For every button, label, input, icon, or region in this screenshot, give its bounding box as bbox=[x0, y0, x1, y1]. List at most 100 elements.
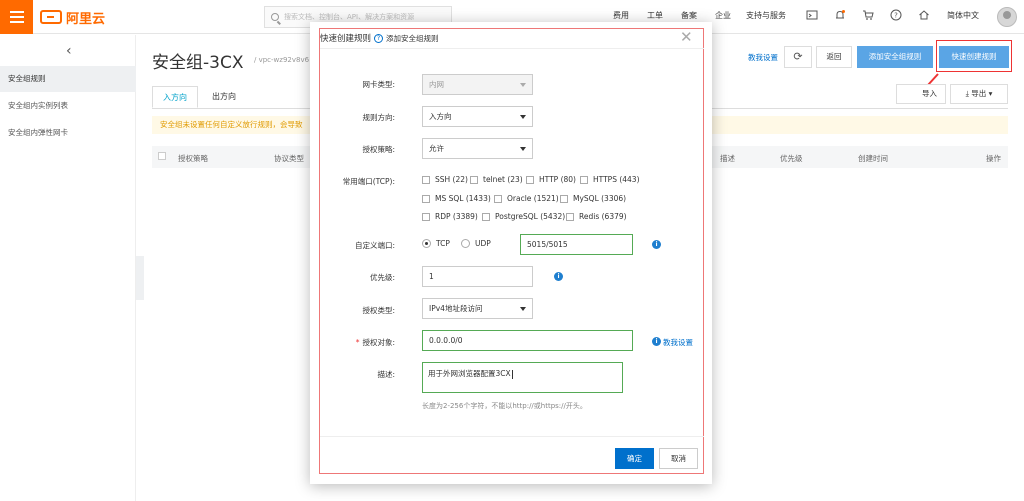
dialog-subtitle[interactable]: 添加安全组规则 bbox=[386, 33, 439, 44]
description-hint: 长度为2-256个字符，不能以http://或https://开头。 bbox=[422, 402, 587, 410]
svg-text:?: ? bbox=[894, 12, 898, 20]
home-icon[interactable] bbox=[918, 9, 930, 21]
dialog-title-text: 快速创建规则 bbox=[320, 34, 372, 44]
radio-label: UDP bbox=[475, 239, 491, 248]
tab-outbound[interactable]: 出方向 bbox=[202, 86, 246, 108]
port-checkbox-mssql[interactable]: MS SQL (1433) bbox=[422, 194, 491, 203]
priority-input[interactable]: 1 bbox=[422, 266, 533, 287]
checkbox[interactable] bbox=[422, 175, 430, 184]
auth-object-input[interactable]: 0.0.0.0/0 bbox=[422, 330, 633, 351]
radio-button[interactable] bbox=[461, 239, 470, 248]
checkbox[interactable] bbox=[526, 175, 534, 184]
description-textarea[interactable]: 用于外网浏览器配置3CX bbox=[422, 362, 623, 393]
auth-type-select[interactable]: IPv4地址段访问 bbox=[422, 298, 533, 319]
add-rule-button[interactable]: 添加安全组规则 bbox=[857, 46, 933, 68]
sidebar-collapse-handle[interactable] bbox=[136, 256, 144, 300]
teach-me-link[interactable]: 教我设置 bbox=[748, 52, 778, 63]
back-button[interactable]: 返回 bbox=[816, 46, 852, 68]
port-checkbox-telnet[interactable]: telnet (23) bbox=[470, 175, 523, 184]
port-option-label: HTTP (80) bbox=[539, 175, 576, 184]
avatar[interactable] bbox=[997, 7, 1017, 27]
radio-button[interactable] bbox=[422, 239, 431, 248]
dialog-header-divider bbox=[320, 48, 704, 49]
checkbox[interactable] bbox=[422, 212, 430, 221]
export-button[interactable]: ⤓ 导出 ▾ bbox=[950, 84, 1008, 104]
checkbox[interactable] bbox=[470, 175, 478, 184]
checkbox[interactable] bbox=[482, 212, 490, 221]
refresh-icon: ⟳ bbox=[793, 50, 803, 63]
confirm-button[interactable]: 确定 bbox=[615, 448, 654, 469]
nav-tickets[interactable]: 工单 bbox=[647, 10, 663, 21]
port-option-label: HTTPS (443) bbox=[593, 175, 640, 184]
port-option-label: Oracle (1521) bbox=[507, 194, 559, 203]
cart-icon[interactable] bbox=[862, 9, 874, 21]
language-switch[interactable]: 简体中文 bbox=[947, 10, 979, 21]
help-icon[interactable]: ? bbox=[890, 9, 902, 21]
info-icon[interactable]: i bbox=[554, 272, 563, 281]
port-option-label: MS SQL (1433) bbox=[435, 194, 491, 203]
column-header: 授权策略 bbox=[178, 154, 208, 163]
direction-select[interactable]: 入方向 bbox=[422, 106, 533, 127]
teach-me-link[interactable]: 教我设置 bbox=[663, 337, 693, 348]
select-all-checkbox[interactable] bbox=[158, 152, 166, 160]
port-checkbox-rdp[interactable]: RDP (3389) bbox=[422, 212, 478, 221]
checkbox[interactable] bbox=[560, 194, 568, 203]
nic-type-value: 内网 bbox=[429, 80, 444, 89]
auth-object-label: * 授权对象: bbox=[310, 337, 395, 348]
dialog-title: 快速创建规则 ? 添加安全组规则 bbox=[320, 32, 439, 44]
search-icon bbox=[271, 13, 279, 21]
port-checkbox-redis[interactable]: Redis (6379) bbox=[566, 212, 627, 221]
terminal-icon[interactable] bbox=[806, 9, 818, 21]
caret-down-icon: ▾ bbox=[986, 89, 993, 98]
chevron-left-icon[interactable]: ‹ bbox=[66, 43, 72, 59]
cancel-button[interactable]: 取消 bbox=[659, 448, 698, 469]
aliyun-logo-icon bbox=[40, 10, 62, 24]
port-checkbox-mysql[interactable]: MySQL (3306) bbox=[560, 194, 626, 203]
info-icon[interactable]: i bbox=[652, 337, 661, 346]
column-header: 协议类型 bbox=[274, 154, 304, 163]
auth-type-value: IPv4地址段访问 bbox=[429, 304, 483, 313]
close-icon[interactable]: ✕ bbox=[680, 28, 693, 46]
description-label: 描述: bbox=[377, 370, 395, 379]
checkbox[interactable] bbox=[580, 175, 588, 184]
bell-icon[interactable] bbox=[834, 9, 846, 21]
question-icon[interactable]: ? bbox=[374, 33, 384, 43]
checkbox[interactable] bbox=[422, 194, 430, 203]
column-header: 描述 bbox=[720, 154, 735, 163]
checkbox[interactable] bbox=[566, 212, 574, 221]
sidebar-item-rules[interactable]: 安全组规则 bbox=[0, 66, 136, 92]
port-checkbox-postgresql[interactable]: PostgreSQL (5432) bbox=[482, 212, 565, 221]
custom-port-label: 自定义端口: bbox=[354, 241, 395, 250]
nav-fees[interactable]: 费用 bbox=[613, 10, 629, 21]
logo-text: 阿里云 bbox=[66, 11, 106, 27]
import-button[interactable]: 导入 bbox=[896, 84, 946, 104]
radio-udp[interactable]: UDP bbox=[461, 239, 491, 248]
port-checkbox-http[interactable]: HTTP (80) bbox=[526, 175, 576, 184]
description-value: 用于外网浏览器配置3CX bbox=[428, 369, 511, 378]
policy-label: 授权策略: bbox=[362, 145, 395, 154]
common-ports-label: 常用端口(TCP): bbox=[342, 177, 395, 186]
port-checkbox-ssh[interactable]: SSH (22) bbox=[422, 175, 468, 184]
sidebar-item-enis[interactable]: 安全组内弹性网卡 bbox=[0, 120, 136, 146]
menu-icon[interactable] bbox=[0, 0, 33, 34]
brand-logo[interactable]: 阿里云 bbox=[40, 7, 105, 27]
column-header: 操作 bbox=[986, 154, 1001, 163]
custom-port-input[interactable]: 5015/5015 bbox=[520, 234, 633, 255]
vpc-label: / vpc-wz92v8v6 bbox=[254, 56, 310, 64]
port-checkbox-https[interactable]: HTTPS (443) bbox=[580, 175, 640, 184]
refresh-button[interactable]: ⟳ bbox=[784, 46, 812, 68]
checkbox[interactable] bbox=[494, 194, 502, 203]
nav-filing[interactable]: 备案 bbox=[681, 10, 697, 21]
port-checkbox-oracle[interactable]: Oracle (1521) bbox=[494, 194, 559, 203]
nav-support[interactable]: 支持与服务 bbox=[746, 10, 786, 21]
info-icon[interactable]: i bbox=[652, 240, 661, 249]
text-cursor bbox=[511, 369, 513, 379]
search-placeholder: 搜索文档、控制台、API、解决方案和资源 bbox=[284, 13, 415, 21]
caret-down-icon bbox=[520, 307, 526, 311]
tab-inbound[interactable]: 入方向 bbox=[152, 86, 198, 108]
policy-select[interactable]: 允许 bbox=[422, 138, 533, 159]
radio-tcp[interactable]: TCP bbox=[422, 239, 450, 248]
caret-down-icon bbox=[520, 115, 526, 119]
sidebar-item-instances[interactable]: 安全组内实例列表 bbox=[0, 93, 136, 119]
nav-enterprise[interactable]: 企业 bbox=[715, 10, 731, 21]
